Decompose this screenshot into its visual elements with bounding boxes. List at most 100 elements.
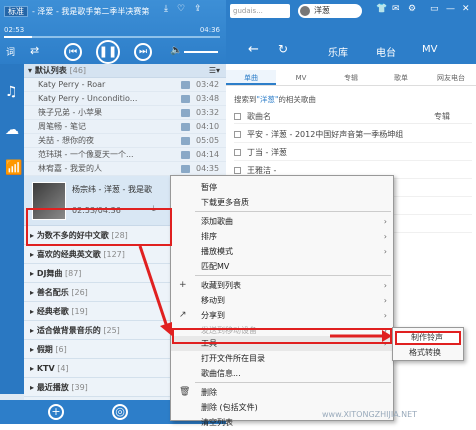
song-row[interactable]: Katy Perry - Unconditio... 03:48: [24, 92, 226, 106]
menu-item[interactable]: 暂停: [171, 180, 393, 195]
menu-label: 删除 (包括文件): [201, 403, 258, 412]
tab-mv[interactable]: MV: [422, 44, 437, 55]
result-tab[interactable]: 专辑: [326, 70, 376, 85]
skin-icon[interactable]: 👕: [376, 4, 387, 14]
song-name: Katy Perry - Unconditio...: [38, 94, 138, 103]
prev-button[interactable]: ⏮: [64, 43, 82, 61]
volume-icon[interactable]: 🔈: [170, 45, 182, 56]
search-input[interactable]: gudais...: [230, 4, 290, 18]
menu-item[interactable]: + 收藏到列表 ›: [171, 278, 393, 293]
minimize-icon[interactable]: ▭: [430, 4, 439, 14]
volume-slider[interactable]: [184, 51, 218, 53]
make-ringtone-item[interactable]: 制作铃声: [395, 331, 461, 345]
min-icon[interactable]: —: [446, 4, 455, 14]
avatar: [300, 6, 310, 16]
playing-title: 杨宗纬 - 洋葱 - 我是歌: [72, 185, 152, 194]
default-group-header[interactable]: ▾ 默认列表 [46] ☰▾: [24, 64, 226, 78]
download-icon[interactable]: [181, 109, 190, 117]
mail-icon[interactable]: ✉: [392, 4, 400, 14]
download-icon[interactable]: [181, 123, 190, 131]
group-name: 经典老歌: [36, 307, 69, 316]
download-icon[interactable]: ⤓: [164, 4, 168, 14]
menu-item[interactable]: 下载更多音质: [171, 195, 393, 210]
playlist-mode-icon[interactable]: ⇄: [30, 44, 39, 57]
format-convert-item[interactable]: 格式转换: [395, 346, 461, 360]
group-count: [87]: [62, 269, 82, 278]
song-name: 关喆 - 想你的夜: [38, 136, 94, 145]
result-tabs: 单曲 MV 专辑 歌单 网友电台: [226, 70, 476, 86]
user-badge[interactable]: 洋葱: [298, 4, 362, 18]
locate-button[interactable]: ◎: [112, 404, 128, 420]
row-checkbox[interactable]: [234, 167, 241, 174]
download-icon[interactable]: [181, 165, 190, 173]
result-row[interactable]: 丁当 - 洋葱: [234, 144, 472, 161]
menu-item[interactable]: 播放模式 ›: [171, 244, 393, 259]
menu-item[interactable]: 排序 ›: [171, 229, 393, 244]
group-name: DJ舞曲: [36, 269, 63, 278]
menu-label: 暂停: [201, 183, 217, 192]
download-icon[interactable]: [181, 81, 190, 89]
group-name: 喜欢的经典英文歌: [36, 250, 101, 259]
menu-item[interactable]: ↗ 分享到 ›: [171, 308, 393, 323]
row-checkbox[interactable]: [234, 149, 241, 156]
result-tab[interactable]: 单曲: [226, 70, 276, 85]
select-all-checkbox[interactable]: [234, 113, 241, 120]
settings-icon[interactable]: ⚙: [408, 4, 416, 14]
group-name: 假期: [36, 345, 53, 354]
play-pause-button[interactable]: ❚❚: [96, 40, 120, 64]
result-song: 王雅洁 -: [247, 166, 277, 175]
heart-icon[interactable]: ♡: [177, 4, 185, 14]
menu-item[interactable]: 添加歌曲 ›: [171, 214, 393, 229]
expand-icon: ▸: [30, 326, 37, 335]
song-duration: 04:10: [196, 122, 220, 131]
menu-item[interactable]: 🗑 删除: [171, 385, 393, 400]
share-icon[interactable]: ⇪: [194, 4, 202, 14]
quality-selector[interactable]: 标准: [4, 5, 28, 17]
next-button[interactable]: ⏭: [134, 43, 152, 61]
add-list-button[interactable]: +: [48, 404, 64, 420]
song-row[interactable]: 关喆 - 想你的夜 05:05: [24, 134, 226, 148]
progress-bar[interactable]: [4, 36, 220, 38]
list-menu-icon[interactable]: ☰▾: [209, 64, 226, 77]
chevron-right-icon: ›: [383, 281, 387, 290]
player-topbar: 标准 - 泽爱 - 我是歌手第二季半决赛第 ⤓ ♡ ⇪ 02:53 04:36 …: [0, 0, 226, 64]
highlight-tools-item: [172, 328, 392, 344]
menu-item[interactable]: 歌曲信息...: [171, 366, 393, 381]
result-summary: 搜索到"洋葱"的相关歌曲: [234, 95, 316, 104]
song-row[interactable]: 筷子兄弟 - 小苹果 03:32: [24, 106, 226, 120]
song-row[interactable]: 范玮琪 - 一个像夏天一个... 04:14: [24, 148, 226, 162]
result-song: 平安 - 洋葱 - 2012中国好声音第一季杨坤组: [247, 130, 404, 139]
group-count: [6]: [52, 345, 67, 354]
expand-icon: ▾: [28, 66, 35, 75]
expand-icon: ▸: [30, 250, 37, 259]
song-row[interactable]: Katy Perry - Roar 03:42: [24, 78, 226, 92]
song-duration: 03:48: [196, 94, 220, 103]
tab-library[interactable]: 乐库: [328, 44, 348, 59]
back-icon[interactable]: ←: [248, 42, 259, 57]
result-row[interactable]: 平安 - 洋葱 - 2012中国好声音第一季杨坤组: [234, 126, 472, 143]
download-icon[interactable]: [181, 137, 190, 145]
refresh-icon[interactable]: ↻: [278, 42, 288, 56]
left-sidebar: ♫ ☁ 📶: [0, 64, 24, 394]
radio-icon[interactable]: 📶: [5, 160, 22, 176]
expand-icon: ▸: [30, 364, 37, 373]
download-icon[interactable]: [181, 95, 190, 103]
lyrics-icon[interactable]: 词: [6, 45, 15, 58]
row-checkbox[interactable]: [234, 131, 241, 138]
menu-item[interactable]: 移动到 ›: [171, 293, 393, 308]
cloud-icon[interactable]: ☁: [5, 122, 19, 138]
song-row[interactable]: 周笔畅 - 笔记 04:10: [24, 120, 226, 134]
close-icon[interactable]: ✕: [462, 4, 470, 14]
music-note-icon[interactable]: ♫: [5, 84, 18, 100]
menu-item[interactable]: 打开文件所在目录: [171, 351, 393, 366]
result-tab[interactable]: MV: [276, 70, 326, 85]
tab-radio[interactable]: 电台: [376, 44, 396, 59]
group-name: 善名配乐: [36, 288, 69, 297]
song-row[interactable]: 林宥嘉 - 我爱的人 04:35: [24, 162, 226, 176]
result-tab[interactable]: 歌单: [376, 70, 426, 85]
download-icon[interactable]: [181, 151, 190, 159]
total-time: 04:36: [199, 26, 220, 34]
result-tab[interactable]: 网友电台: [426, 70, 476, 85]
menu-item[interactable]: 匹配MV: [171, 259, 393, 274]
song-name: 范玮琪 - 一个像夏天一个...: [38, 150, 134, 159]
